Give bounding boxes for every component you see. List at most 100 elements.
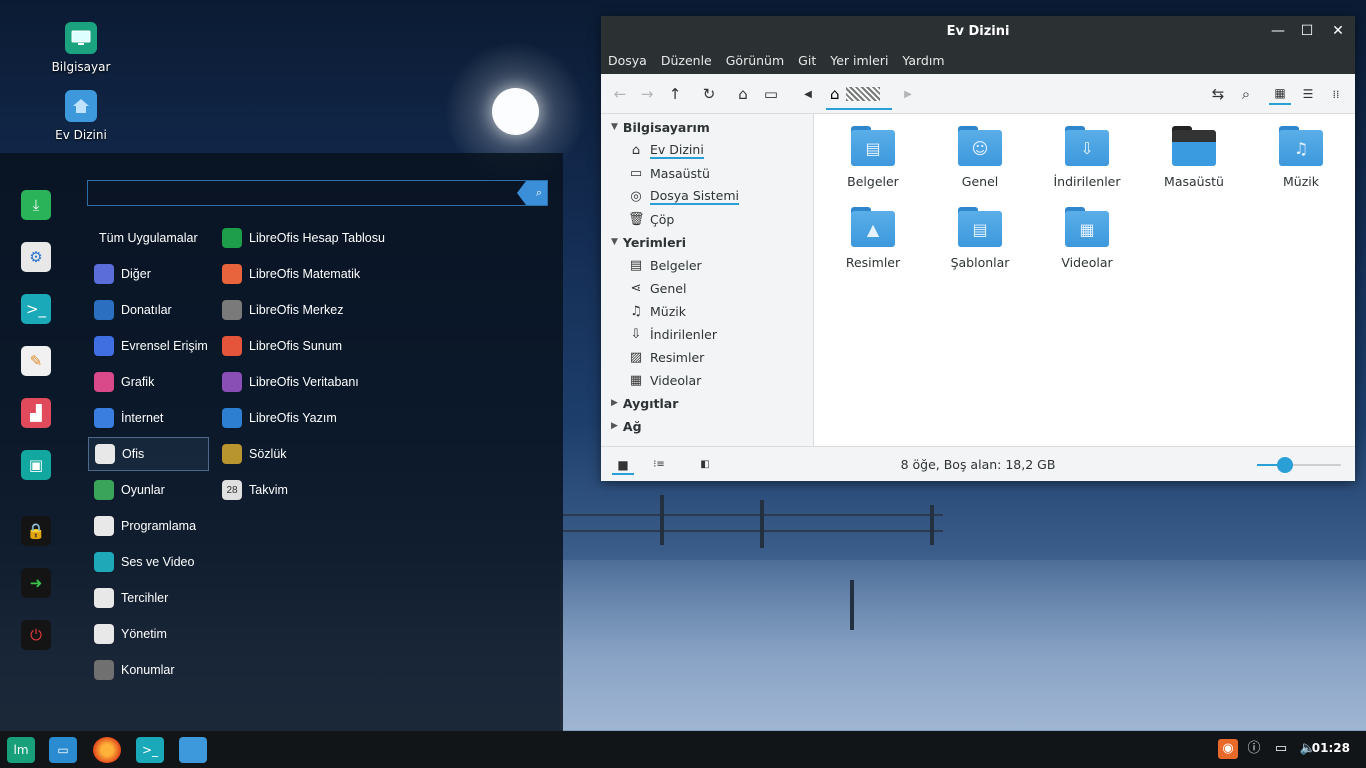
menu-category-graphics[interactable]: Grafik (88, 365, 209, 399)
info-icon[interactable]: ⓘ (1244, 739, 1264, 759)
menu-app-dictionary[interactable]: Sözlük (217, 437, 417, 471)
sidebar-item[interactable]: ▭ Masaüstü (628, 162, 710, 184)
file-item[interactable]: ▲ Resimler (823, 207, 923, 270)
minimize-icon[interactable]: — (1269, 22, 1287, 40)
close-icon[interactable]: ✕ (1329, 22, 1347, 40)
notifications-icon[interactable]: ▭ (1271, 739, 1291, 759)
path-left-icon[interactable]: ◀ (797, 83, 819, 105)
rss-icon[interactable]: ◉ (1218, 739, 1238, 759)
zoom-slider[interactable] (1257, 457, 1341, 473)
menu-search-box[interactable]: ⌕ (87, 180, 548, 206)
compact-view-icon[interactable]: ⁞⁞ (1325, 83, 1347, 105)
menu-app-libreoffice-impress[interactable]: LibreOfis Sunum (217, 329, 417, 363)
file-item[interactable]: ▤ Şablonlar (930, 207, 1030, 270)
taskbar-show-desktop[interactable]: ▭ (46, 734, 80, 765)
menubar-item[interactable]: Dosya (608, 53, 647, 68)
list-view-icon[interactable]: ☰ (1297, 83, 1319, 105)
sidebar-item-label: Çöp (650, 211, 675, 227)
sidebar-section-computer[interactable]: ▼ Bilgisayarım (611, 117, 710, 137)
sidebar-item[interactable]: ⌂ Ev Dizini (628, 139, 704, 161)
menu-category-accessories[interactable]: Donatılar (88, 293, 209, 327)
menubar-item[interactable]: Yer imleri (830, 53, 888, 68)
music-icon: ♫ (630, 303, 642, 319)
file-item-label: Genel (961, 174, 999, 189)
clock[interactable]: 01:28 (1312, 741, 1350, 755)
desktop-icon-computer[interactable]: Bilgisayar (36, 22, 126, 74)
home-icon[interactable]: ⌂ (732, 83, 754, 105)
search-icon[interactable]: ⌕ (1235, 83, 1257, 105)
taskbar-files[interactable] (176, 734, 210, 765)
menubar-item[interactable]: Yardım (902, 53, 944, 68)
menu-category-games[interactable]: Oyunlar (88, 473, 209, 507)
file-item[interactable]: ♫ Müzik (1251, 126, 1351, 189)
sidebar-section-network[interactable]: ▶ Ağ (611, 416, 642, 436)
menu-app-libreoffice-calc[interactable]: LibreOfis Hesap Tablosu (217, 221, 417, 255)
menu-app-calendar[interactable]: 28 Takvim (217, 473, 417, 507)
desktop-icon-home[interactable]: Ev Dizini (36, 90, 126, 142)
system-monitor-icon[interactable]: ▟ (21, 398, 51, 428)
menu-app-libreoffice-writer[interactable]: LibreOfis Yazım (217, 401, 417, 435)
sidebar-item[interactable]: ⋖ Genel (628, 277, 687, 299)
breadcrumb[interactable]: ⌂ (826, 80, 892, 110)
software-manager-icon[interactable]: ⤓ (21, 190, 51, 220)
menu-category-sound-video[interactable]: Ses ve Video (88, 545, 209, 579)
menu-app-libreoffice-math[interactable]: LibreOfis Matematik (217, 257, 417, 291)
back-icon[interactable]: ← (609, 83, 631, 105)
menu-category-all-applications[interactable]: Tüm Uygulamalar (88, 221, 209, 255)
sidebar-item[interactable]: ▤ Belgeler (628, 254, 702, 276)
taskbar-firefox[interactable] (90, 734, 124, 765)
screenshot-icon[interactable]: ▣ (21, 450, 51, 480)
sidebar-item[interactable]: ♫ Müzik (628, 300, 686, 322)
reload-icon[interactable]: ↻ (698, 83, 720, 105)
power-icon[interactable]: ⏻ (21, 620, 51, 650)
menu-category-other[interactable]: Diğer (88, 257, 209, 291)
window-titlebar[interactable]: Ev Dizini — ☐ ✕ (601, 16, 1355, 46)
computer-icon[interactable]: ▭ (760, 83, 782, 105)
sidebar-item[interactable]: 🗑 Çöp (628, 208, 674, 230)
logout-icon[interactable]: ➜ (21, 568, 51, 598)
sidebar-item[interactable]: ▨ Resimler (628, 346, 704, 368)
file-item[interactable]: ▦ Videolar (1037, 207, 1137, 270)
maximize-icon[interactable]: ☐ (1298, 22, 1316, 40)
menubar-item[interactable]: Git (798, 53, 816, 68)
menubar-item[interactable]: Düzenle (661, 53, 712, 68)
menu-button[interactable]: lm (4, 734, 38, 765)
menubar-item[interactable]: Görünüm (726, 53, 784, 68)
icon-view-icon[interactable]: ▦ (1269, 83, 1291, 105)
menu-search-input[interactable] (88, 181, 508, 205)
menu-app-libreoffice-startcenter[interactable]: LibreOfis Merkez (217, 293, 417, 327)
forward-icon[interactable]: → (636, 83, 658, 105)
text-editor-icon[interactable]: ✎ (21, 346, 51, 376)
fence-post (760, 500, 764, 548)
sidebar-item[interactable]: ▦ Videolar (628, 369, 701, 391)
menu-category-programming[interactable]: Programlama (88, 509, 209, 543)
menu-app-libreoffice-base[interactable]: LibreOfis Veritabanı (217, 365, 417, 399)
file-item[interactable]: ⇩ İndirilenler (1037, 126, 1137, 189)
desktop-icon: ▭ (49, 736, 77, 763)
menu-category-label: Donatılar (121, 303, 172, 317)
file-item[interactable]: ▤ Belgeler (823, 126, 923, 189)
settings-gear-icon[interactable]: ⚙ (21, 242, 51, 272)
file-item[interactable]: Masaüstü (1144, 126, 1244, 189)
path-right-icon[interactable]: ▶ (897, 83, 919, 105)
menu-category-office[interactable]: Ofis (88, 437, 209, 471)
menu-category-preferences[interactable]: Tercihler (88, 581, 209, 615)
search-icon[interactable]: ⌕ (517, 181, 547, 205)
menu-category-internet[interactable]: İnternet (88, 401, 209, 435)
zoom-slider-knob[interactable] (1276, 457, 1293, 473)
taskbar-terminal[interactable]: >_ (133, 734, 167, 765)
file-item[interactable]: ☺ Genel (930, 126, 1030, 189)
menu-category-label: Ses ve Video (121, 555, 195, 569)
menu-category-administration[interactable]: Yönetim (88, 617, 209, 651)
menu-category-universal-access[interactable]: Evrensel Erişim (88, 329, 209, 363)
up-icon[interactable]: ↑ (664, 83, 686, 105)
terminal-icon[interactable]: >_ (21, 294, 51, 324)
sidebar-item[interactable]: ◎ Dosya Sistemi (628, 185, 739, 207)
menu-category-places[interactable]: Konumlar (88, 653, 209, 687)
lock-screen-icon[interactable]: 🔒 (21, 516, 51, 546)
sidebar-item[interactable]: ⇩ İndirilenler (628, 323, 717, 345)
fence-post (930, 505, 934, 545)
sidebar-section-bookmarks[interactable]: ▼ Yerimleri (611, 232, 686, 252)
toggle-path-icon[interactable]: ⇆ (1207, 83, 1229, 105)
sidebar-section-devices[interactable]: ▶ Aygıtlar (611, 393, 678, 413)
